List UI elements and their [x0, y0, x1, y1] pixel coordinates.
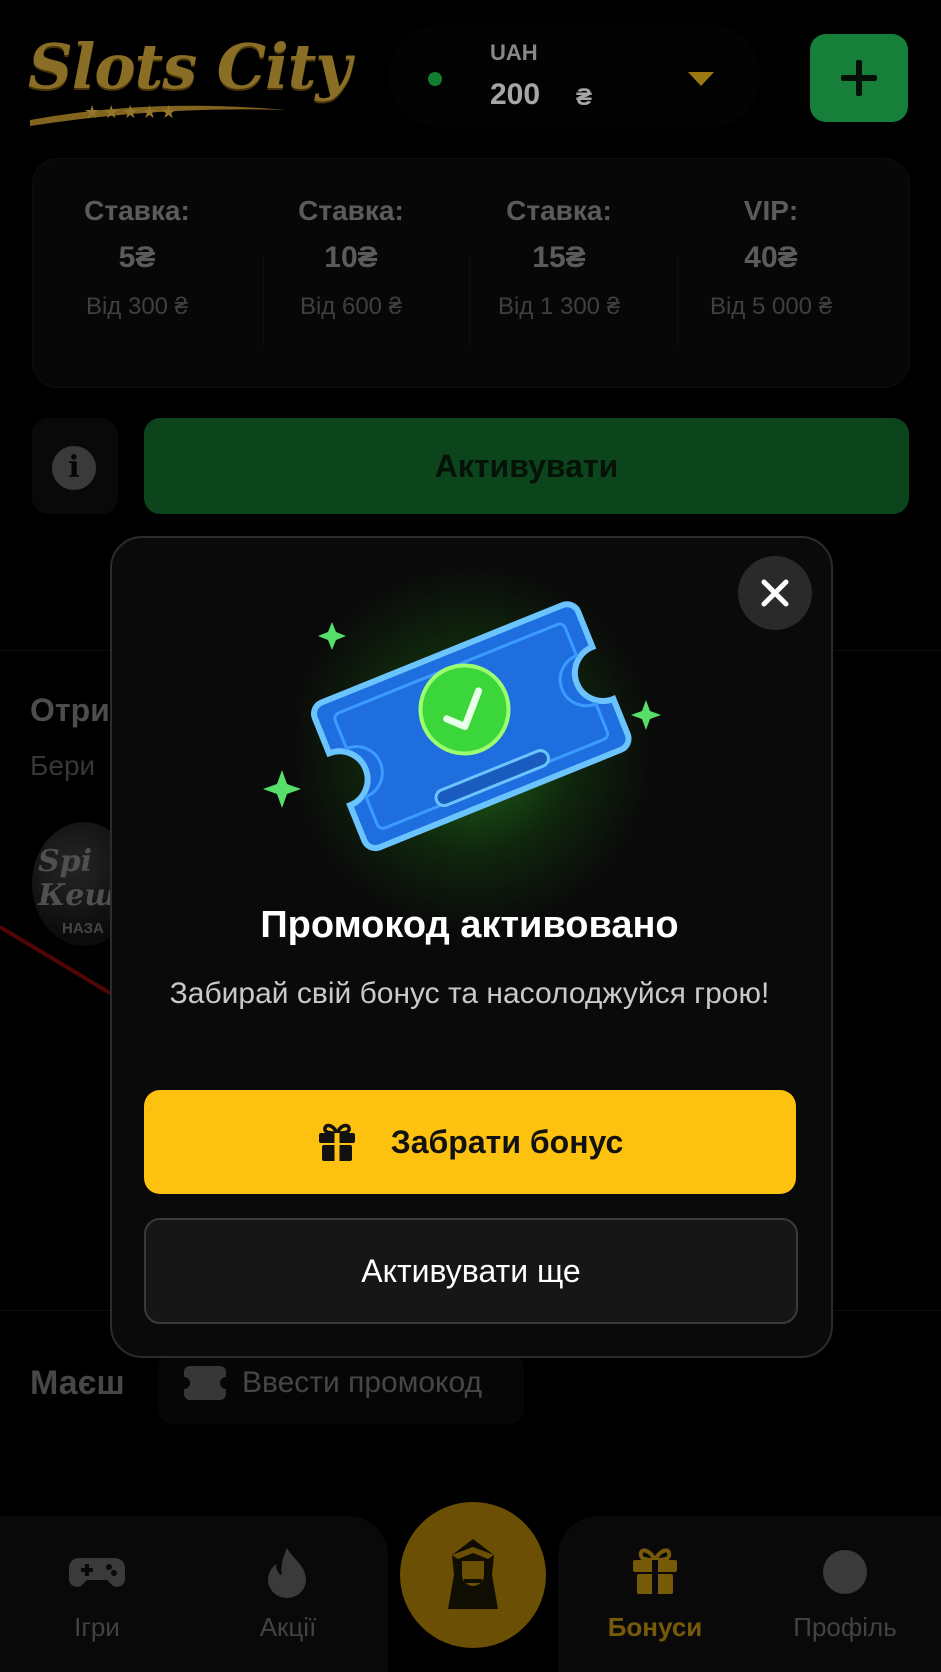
close-icon — [761, 579, 789, 607]
modal-subtitle: Забирай свій бонус та насолоджуйся грою! — [169, 977, 770, 1010]
gift-icon — [318, 1123, 355, 1161]
ticket-check-icon — [263, 601, 661, 852]
claim-bonus-label: Забрати бонус — [390, 1123, 624, 1160]
modal-title: Промокод активовано — [260, 904, 679, 946]
claim-bonus-button[interactable]: Забрати бонус — [144, 1090, 796, 1194]
close-button[interactable] — [738, 556, 812, 630]
activate-again-button[interactable]: Активувати ще — [144, 1218, 798, 1324]
